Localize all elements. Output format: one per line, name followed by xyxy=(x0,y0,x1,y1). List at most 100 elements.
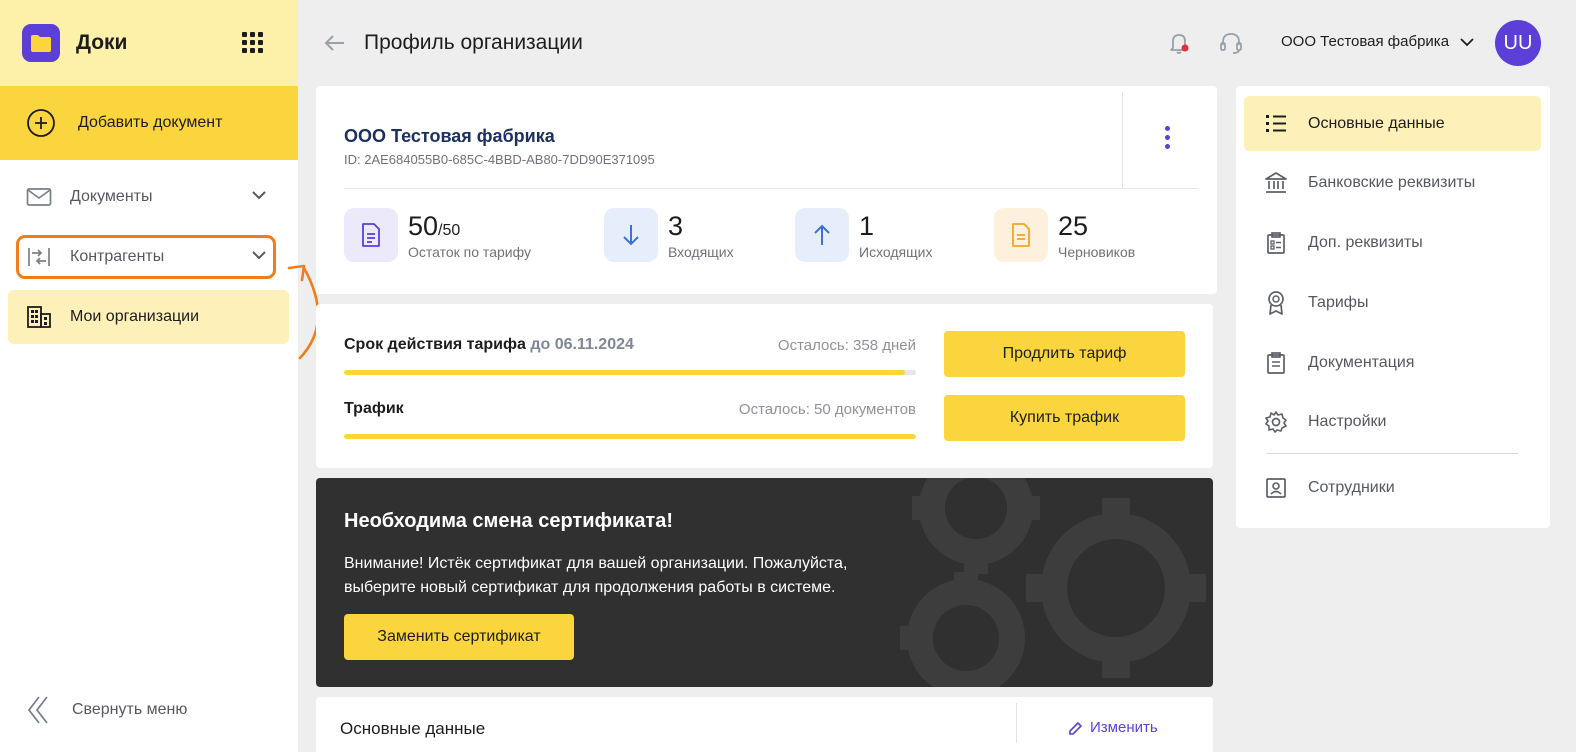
gear-icon xyxy=(1265,410,1287,433)
menu-item-label: Тарифы xyxy=(1308,293,1369,311)
replace-certificate-button[interactable]: Заменить сертификат xyxy=(344,614,574,660)
progress-fill xyxy=(344,370,905,375)
chevron-down-icon xyxy=(252,191,266,200)
certificate-warning-card: Необходима смена сертификата! Внимание! … xyxy=(316,478,1213,687)
add-document-label: Добавить документ xyxy=(78,114,223,131)
collapse-menu-label: Свернуть меню xyxy=(72,701,188,718)
draft-icon xyxy=(994,208,1048,262)
traffic-remaining: Осталось: 50 документов xyxy=(738,401,916,418)
gears-decoration-icon xyxy=(900,478,1206,687)
chevron-down-icon xyxy=(252,251,266,260)
buy-traffic-button[interactable]: Купить трафик xyxy=(944,395,1185,441)
menu-item-label: Основные данные xyxy=(1308,114,1445,132)
mail-icon xyxy=(26,188,52,206)
profile-menu: Основные данные Банковские реквизиты Доп… xyxy=(1236,86,1550,528)
tariff-card: Срок действия тарифа до 06.11.2024 Остал… xyxy=(316,304,1213,468)
stat-label: Входящих xyxy=(668,243,734,260)
org-name: ООО Тестовая фабрика xyxy=(344,126,555,146)
menu-item-documentation[interactable]: Документация xyxy=(1244,335,1541,390)
menu-item-settings[interactable]: Настройки xyxy=(1244,394,1541,449)
stat-label: Исходящих xyxy=(859,243,933,260)
org-selector[interactable]: ООО Тестовая фабрика xyxy=(1281,33,1475,50)
divider xyxy=(344,188,1198,189)
menu-item-label: Доп. реквизиты xyxy=(1308,233,1423,251)
stat-value: 1 xyxy=(859,210,875,241)
stat-outgoing: 1 Исходящих xyxy=(795,208,932,262)
arrow-down-icon xyxy=(604,208,658,262)
app-logo[interactable] xyxy=(22,24,60,62)
basic-data-card: Основные данные Изменить xyxy=(316,697,1213,752)
more-options-icon[interactable] xyxy=(1163,126,1171,149)
app-name: Доки xyxy=(76,31,128,54)
stat-drafts: 25 Черновиков xyxy=(994,208,1135,262)
menu-item-label: Документация xyxy=(1308,353,1415,371)
sidebar-item-label: Контрагенты xyxy=(70,248,165,265)
stat-value: 3 xyxy=(668,210,684,241)
traffic-label: Трафик xyxy=(344,400,404,417)
menu-item-label: Банковские реквизиты xyxy=(1308,173,1476,191)
stat-value: 50 xyxy=(408,210,439,241)
org-id: ID: 2AE684055B0-685C-4BBD-AB80-7DD90E371… xyxy=(344,152,655,167)
menu-item-bank-details[interactable]: Банковские реквизиты xyxy=(1244,155,1541,210)
arrow-up-icon xyxy=(795,208,849,262)
stat-label: Остаток по тарифу xyxy=(408,243,531,260)
top-header: Профиль организации ООО Тестовая фабрика… xyxy=(298,0,1576,86)
stat-value: 25 xyxy=(1058,210,1089,241)
tariff-validity-progress xyxy=(344,370,916,375)
chevron-down-icon xyxy=(1460,37,1474,46)
basic-data-title: Основные данные xyxy=(340,719,486,738)
bank-icon xyxy=(1265,171,1287,193)
collapse-menu-button[interactable]: Свернуть меню xyxy=(26,694,187,726)
stat-total: /50 xyxy=(438,221,461,239)
stat-incoming: 3 Входящих xyxy=(604,208,734,262)
sidebar-item-documents[interactable]: Документы xyxy=(8,170,289,224)
counterparties-icon xyxy=(28,248,50,266)
badge-icon xyxy=(1268,290,1284,315)
menu-item-label: Настройки xyxy=(1308,412,1387,430)
menu-item-extra-details[interactable]: Доп. реквизиты xyxy=(1244,215,1541,270)
building-icon xyxy=(27,306,51,328)
avatar[interactable]: UU xyxy=(1495,20,1541,66)
progress-fill xyxy=(344,434,916,439)
page-title: Профиль организации xyxy=(364,31,583,54)
menu-item-label: Сотрудники xyxy=(1308,478,1395,496)
stat-label: Черновиков xyxy=(1058,243,1136,260)
back-arrow-icon[interactable] xyxy=(322,30,348,56)
sidebar: Доки Добавить документ Документы Контраг xyxy=(0,0,320,752)
list-icon xyxy=(1266,114,1286,132)
edit-label: Изменить xyxy=(1090,719,1158,736)
stat-tariff-balance: 50/50 Остаток по тарифу xyxy=(344,208,531,262)
sidebar-item-label: Документы xyxy=(70,188,153,205)
sidebar-item-label: Мои организации xyxy=(70,308,200,325)
sidebar-item-my-organizations[interactable]: Мои организации xyxy=(8,290,289,344)
tariff-validity-label: Срок действия тарифа до 06.11.2024 xyxy=(344,336,634,354)
extend-tariff-button[interactable]: Продлить тариф xyxy=(944,331,1185,377)
divider xyxy=(1267,453,1518,454)
edit-button[interactable]: Изменить xyxy=(1068,719,1158,736)
tariff-validity-title: Срок действия тарифа xyxy=(344,336,526,353)
certificate-text: Внимание! Истёк сертификат для вашей орг… xyxy=(344,555,848,596)
headset-icon[interactable] xyxy=(1218,30,1244,56)
org-selector-label: ООО Тестовая фабрика xyxy=(1281,33,1450,50)
certificate-title: Необходима смена сертификата! xyxy=(344,510,674,532)
org-summary-card: ООО Тестовая фабрика ID: 2AE684055B0-685… xyxy=(316,86,1217,294)
clipboard-icon xyxy=(1267,231,1285,254)
traffic-progress xyxy=(344,434,916,439)
sidebar-item-counterparties[interactable]: Контрагенты xyxy=(8,230,289,284)
tariff-validity-date: до 06.11.2024 xyxy=(530,336,634,353)
tariff-validity-remaining: Осталось: 358 дней xyxy=(777,337,916,354)
bell-icon[interactable] xyxy=(1166,30,1192,56)
divider xyxy=(1016,703,1017,743)
menu-item-basic-data[interactable]: Основные данные xyxy=(1244,96,1541,151)
user-card-icon xyxy=(1266,477,1286,498)
divider xyxy=(1122,92,1123,188)
double-chevron-left-icon xyxy=(27,696,48,724)
plus-circle-icon xyxy=(27,109,55,137)
add-document-button[interactable]: Добавить документ xyxy=(0,86,298,160)
edit-icon xyxy=(1069,721,1083,735)
menu-item-tariffs[interactable]: Тарифы xyxy=(1244,275,1541,330)
apps-grid-icon[interactable] xyxy=(242,32,264,54)
document-icon xyxy=(344,208,398,262)
menu-item-employees[interactable]: Сотрудники xyxy=(1244,460,1541,515)
doc-clipboard-icon xyxy=(1267,351,1285,374)
